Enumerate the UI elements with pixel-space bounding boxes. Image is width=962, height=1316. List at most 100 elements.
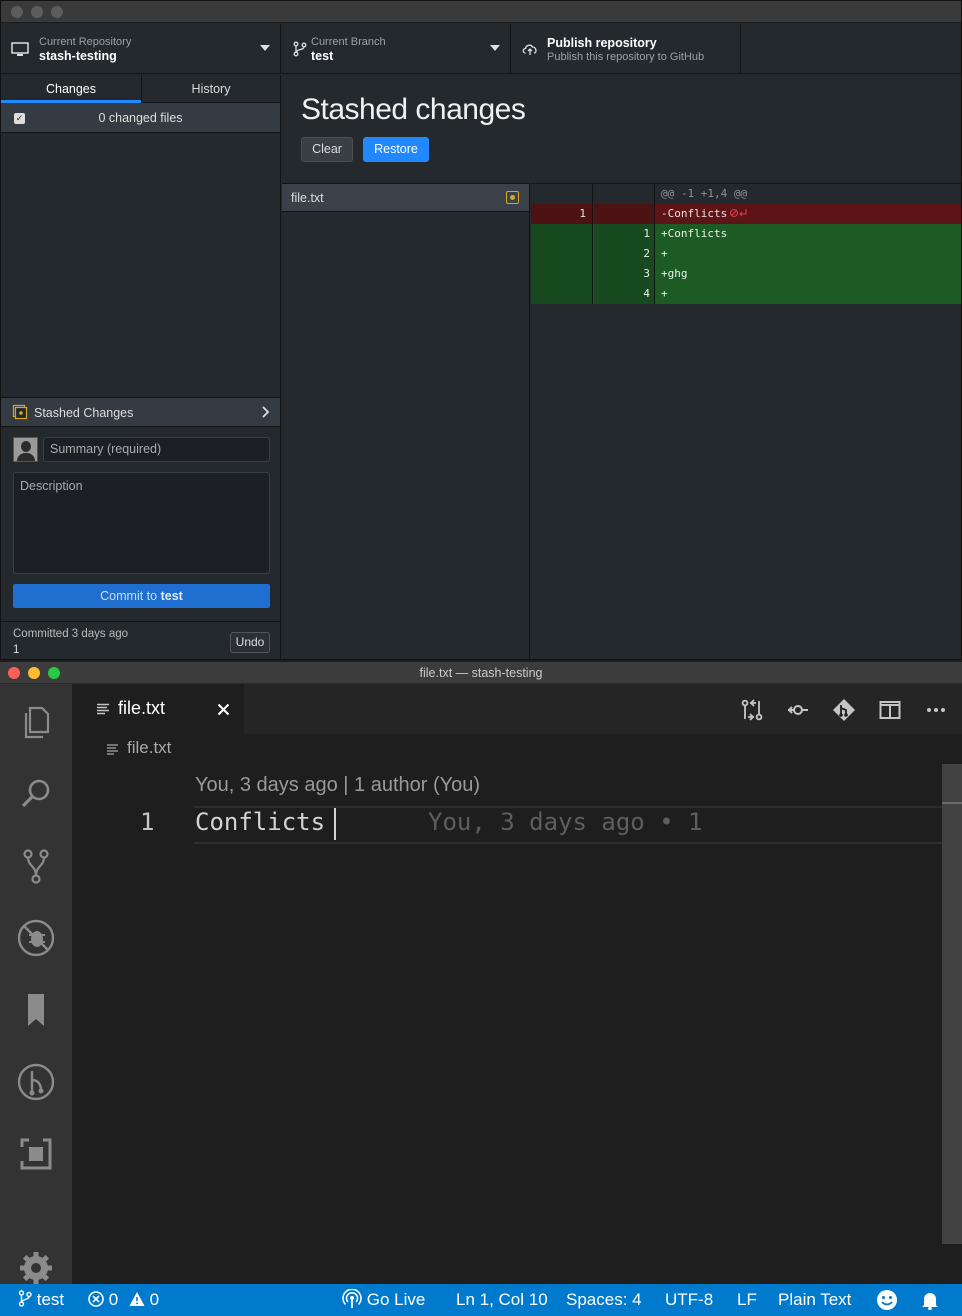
extensions-icon[interactable] — [14, 1132, 58, 1176]
status-branch-name: test — [36, 1290, 65, 1309]
new-line-number: 2 — [594, 244, 655, 264]
feedback-smiley-icon[interactable] — [876, 1289, 898, 1311]
current-branch-label: Current Branch — [311, 36, 386, 48]
diff-line-text: + — [661, 287, 668, 300]
codelens-authors[interactable]: You, 3 days ago | 1 author (You) — [195, 774, 480, 797]
git-icon[interactable] — [832, 698, 856, 722]
text-file-icon — [107, 744, 118, 755]
current-branch-button[interactable]: Current Branch test — [281, 24, 511, 74]
vs-zoom-button[interactable] — [48, 667, 60, 679]
gh-zoom-button[interactable] — [51, 6, 63, 18]
avatar — [13, 437, 38, 462]
status-language[interactable]: Plain Text — [778, 1284, 851, 1316]
diff-line-added[interactable]: 1 +Conflicts — [531, 224, 961, 244]
close-icon[interactable] — [217, 703, 230, 716]
restore-button[interactable]: Restore — [363, 137, 429, 162]
open-changes-icon[interactable] — [740, 698, 764, 722]
line-number: 1 — [140, 808, 155, 836]
status-indentation[interactable]: Spaces: 4 — [566, 1284, 642, 1316]
commit-button[interactable]: Commit to test — [13, 584, 270, 608]
old-line-number: 1 — [531, 204, 593, 224]
notifications-bell-icon[interactable] — [920, 1290, 940, 1310]
activity-bar — [0, 684, 72, 1284]
gitlens-icon[interactable] — [14, 1060, 58, 1104]
diff-hunk-header: @@ -1 +1,4 @@ — [531, 184, 961, 204]
source-control-icon[interactable] — [14, 844, 58, 888]
computer-icon — [11, 42, 29, 56]
file-name: file.txt — [291, 191, 324, 205]
undo-button[interactable]: Undo — [230, 632, 270, 653]
cloud-upload-icon — [522, 44, 537, 55]
diff-line-text: + — [661, 247, 668, 260]
editor-tab-bar: file.txt — [72, 684, 962, 734]
stash-file-list: file.txt — [282, 183, 530, 659]
file-list-item[interactable]: file.txt — [282, 184, 529, 212]
committed-label: Committed 3 days ago — [13, 628, 129, 640]
diff-line-added[interactable]: 3 +ghg — [531, 264, 961, 284]
warning-icon — [129, 1292, 145, 1306]
editor-tab-label: file.txt — [118, 698, 166, 718]
commit-summary-row: Summary (required) — [13, 437, 270, 463]
go-live-button[interactable]: Go Live — [342, 1284, 425, 1316]
status-eol[interactable]: LF — [737, 1284, 757, 1316]
text-cursor — [334, 808, 336, 840]
stash-view: Stashed changes Clear Restore file.txt @… — [282, 75, 961, 659]
bookmark-icon[interactable] — [14, 988, 58, 1032]
changed-files-count: 0 changed files — [98, 111, 183, 125]
branch-icon — [293, 41, 307, 57]
breadcrumb-file[interactable]: file.txt — [127, 738, 171, 758]
sidebar-tabs: Changes History — [1, 75, 280, 103]
summary-input[interactable]: Summary (required) — [43, 437, 270, 462]
stashed-changes-button[interactable]: Stashed Changes — [1, 397, 280, 427]
publish-repository-subtitle: Publish this repository to GitHub — [547, 51, 705, 63]
new-line-number — [594, 204, 655, 224]
publish-repository-button[interactable]: Publish repository Publish this reposito… — [511, 24, 741, 74]
stash-icon — [12, 404, 28, 420]
diff-line-added[interactable]: 4 + — [531, 284, 961, 304]
error-icon — [88, 1291, 104, 1307]
description-textarea[interactable]: Description — [13, 472, 270, 574]
branch-icon — [18, 1290, 32, 1307]
vs-close-button[interactable] — [8, 667, 20, 679]
editor-tab[interactable]: file.txt — [72, 684, 244, 734]
debug-icon[interactable] — [14, 916, 58, 960]
old-line-number — [531, 244, 593, 264]
tab-history[interactable]: History — [141, 75, 280, 103]
gh-toolbar: Current Repository stash-testing Current… — [1, 24, 961, 74]
diff-line-text: +ghg — [661, 267, 688, 280]
diff-view: @@ -1 +1,4 @@ 1 -Conflicts 1 +Conflicts … — [531, 183, 961, 659]
gh-minimize-button[interactable] — [31, 6, 43, 18]
current-repository-name: stash-testing — [39, 49, 117, 63]
explorer-icon[interactable] — [14, 700, 58, 744]
chevron-right-icon — [262, 406, 270, 418]
clear-button[interactable]: Clear — [301, 137, 353, 162]
status-encoding[interactable]: UTF-8 — [665, 1284, 713, 1316]
more-actions-icon[interactable] — [924, 698, 948, 722]
new-line-number: 3 — [594, 264, 655, 284]
broadcast-icon — [342, 1288, 362, 1308]
vertical-scrollbar[interactable] — [942, 764, 962, 1244]
current-repository-button[interactable]: Current Repository stash-testing — [1, 24, 281, 74]
diff-line-added[interactable]: 2 + — [531, 244, 961, 264]
hunk-text: @@ -1 +1,4 @@ — [661, 187, 748, 200]
old-line-number — [531, 284, 593, 304]
inline-blame: You, 3 days ago • 1 — [428, 808, 703, 836]
code-line[interactable]: Conflicts — [195, 808, 325, 836]
status-cursor-position[interactable]: Ln 1, Col 10 — [456, 1284, 548, 1316]
status-problems[interactable]: 0 0 — [88, 1284, 159, 1316]
breadcrumb: file.txt — [72, 734, 962, 764]
gh-sidebar: Changes History ✓ 0 changed files Stashe… — [1, 75, 281, 659]
current-repository-label: Current Repository — [39, 36, 132, 48]
status-branch[interactable]: test — [18, 1284, 64, 1316]
vs-minimize-button[interactable] — [28, 667, 40, 679]
search-icon[interactable] — [14, 772, 58, 816]
gh-close-button[interactable] — [11, 6, 23, 18]
stashed-changes-label: Stashed Changes — [34, 406, 134, 420]
split-editor-icon[interactable] — [878, 698, 902, 722]
tab-changes[interactable]: Changes — [1, 75, 141, 103]
old-line-number — [531, 224, 593, 244]
diff-line-text: +Conflicts — [661, 227, 728, 240]
compare-previous-icon[interactable] — [786, 698, 810, 722]
diff-line-deleted[interactable]: 1 -Conflicts — [531, 204, 961, 224]
editor-area[interactable]: You, 3 days ago | 1 author (You) 1 Confl… — [72, 764, 962, 1284]
